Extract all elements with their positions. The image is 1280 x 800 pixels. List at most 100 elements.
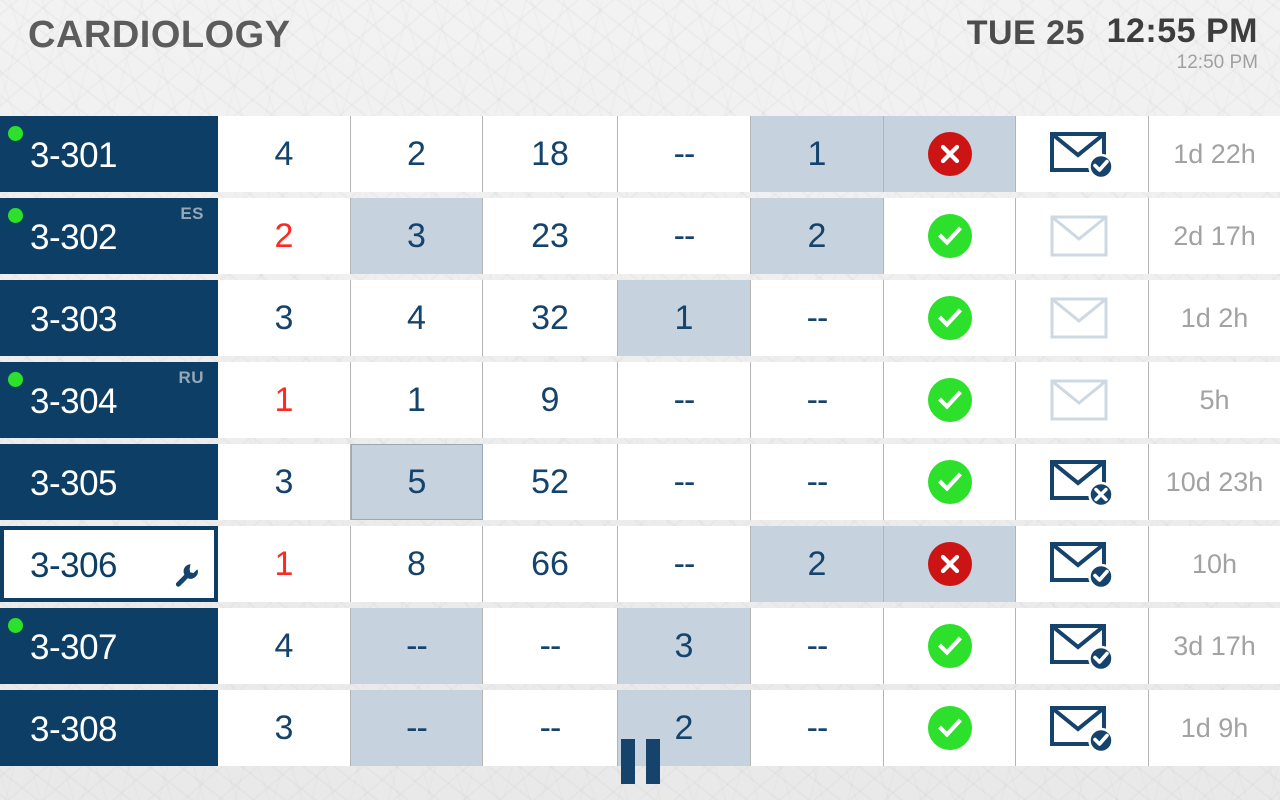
metric-cell-c4[interactable]: -- xyxy=(618,526,751,602)
metric-cell-c4[interactable]: -- xyxy=(618,444,751,520)
header-secondary-clock: 12:50 PM xyxy=(1176,52,1258,73)
occupancy-dot-icon xyxy=(8,208,23,223)
table-row[interactable]: 3-307 4 -- -- 3 -- 3d 17h xyxy=(0,608,1280,684)
mail-cell[interactable] xyxy=(1016,444,1149,520)
status-cell[interactable] xyxy=(884,116,1016,192)
room-cell[interactable]: 3-303 xyxy=(0,280,218,356)
metric-cell-c3[interactable]: 23 xyxy=(483,198,618,274)
mail-sent-icon xyxy=(1050,542,1114,587)
room-cell[interactable]: 3-304 RU xyxy=(0,362,218,438)
metric-cell-c5[interactable]: 1 xyxy=(751,116,884,192)
metric-value: -- xyxy=(806,298,829,337)
status-error-icon xyxy=(927,132,972,176)
metric-cell-c4[interactable]: 1 xyxy=(618,280,751,356)
metric-cell-c5[interactable]: 2 xyxy=(751,198,884,274)
metric-cell-c5[interactable]: -- xyxy=(751,280,884,356)
metric-value: 1 xyxy=(274,380,294,419)
room-cell[interactable]: 3-307 xyxy=(0,608,218,684)
metric-cell-c2[interactable]: 4 xyxy=(351,280,483,356)
metric-cell-c3[interactable]: 9 xyxy=(483,362,618,438)
elapsed-time-value: 1d 22h xyxy=(1173,138,1256,169)
metric-value: -- xyxy=(673,216,696,255)
status-cell[interactable] xyxy=(884,362,1016,438)
room-cell[interactable]: 3-306 xyxy=(0,526,218,602)
metric-value: 4 xyxy=(274,626,294,665)
metric-cell-c1[interactable]: 1 xyxy=(218,526,351,602)
pause-bar-left xyxy=(620,738,635,784)
status-error-icon xyxy=(927,542,972,586)
metric-value: 8 xyxy=(407,544,426,583)
metric-cell-c2[interactable]: 3 xyxy=(351,198,483,274)
metric-cell-c4[interactable]: -- xyxy=(618,116,751,192)
occupancy-dot-icon xyxy=(8,372,23,387)
table-row[interactable]: 3-302 ES 2 3 23 -- 2 2d 17h xyxy=(0,198,1280,274)
metric-cell-c3[interactable]: 32 xyxy=(483,280,618,356)
metric-cell-c1[interactable]: 3 xyxy=(218,444,351,520)
metric-cell-c5[interactable]: 2 xyxy=(751,526,884,602)
maintenance-wrench-icon xyxy=(175,564,198,587)
room-cell[interactable]: 3-302 ES xyxy=(0,198,218,274)
metric-value: -- xyxy=(806,380,829,419)
metric-cell-c4[interactable]: -- xyxy=(618,198,751,274)
elapsed-time-cell: 2d 17h xyxy=(1149,198,1280,274)
metric-value: -- xyxy=(539,626,562,665)
metric-cell-c1[interactable]: 4 xyxy=(218,608,351,684)
table-row[interactable]: 3-303 3 4 32 1 -- 1d 2h xyxy=(0,280,1280,356)
status-cell[interactable] xyxy=(884,198,1016,274)
status-cell[interactable] xyxy=(884,444,1016,520)
metric-cell-c3[interactable]: 18 xyxy=(483,116,618,192)
table-row[interactable]: 3-304 RU 1 1 9 -- -- 5h xyxy=(0,362,1280,438)
metric-cell-c2[interactable]: 5 xyxy=(351,444,483,520)
metric-cell-c3[interactable]: 52 xyxy=(483,444,618,520)
metric-cell-c1[interactable]: 2 xyxy=(218,198,351,274)
metric-value: 18 xyxy=(531,134,569,173)
metric-cell-c2[interactable]: 2 xyxy=(351,116,483,192)
metric-value: 3 xyxy=(674,626,694,665)
elapsed-time-value: 3d 17h xyxy=(1173,630,1256,661)
metric-cell-c3[interactable]: -- xyxy=(483,608,618,684)
metric-cell-c3[interactable]: 66 xyxy=(483,526,618,602)
status-ok-icon xyxy=(927,460,972,504)
metric-value: 1 xyxy=(807,134,827,173)
metric-cell-c2[interactable]: -- xyxy=(351,608,483,684)
room-cell[interactable]: 3-305 xyxy=(0,444,218,520)
table-row[interactable]: 3-305 3 5 52 -- -- 10d 23h xyxy=(0,444,1280,520)
metric-cell-c5[interactable]: -- xyxy=(751,362,884,438)
header-clock: 12:55 PM xyxy=(1106,12,1258,50)
metric-value: 2 xyxy=(807,544,827,583)
mail-sent-icon xyxy=(1050,624,1114,669)
mail-cell[interactable] xyxy=(1016,198,1149,274)
table-row[interactable]: 3-306 1 8 66 -- 2 10h xyxy=(0,526,1280,602)
pause-icon[interactable] xyxy=(620,738,660,784)
mail-cell[interactable] xyxy=(1016,526,1149,602)
metric-value: 52 xyxy=(531,462,569,501)
metric-cell-c1[interactable]: 4 xyxy=(218,116,351,192)
metric-cell-c4[interactable]: -- xyxy=(618,362,751,438)
mail-cell[interactable] xyxy=(1016,116,1149,192)
metric-cell-c5[interactable]: -- xyxy=(751,608,884,684)
status-cell[interactable] xyxy=(884,526,1016,602)
metric-value: -- xyxy=(673,462,696,501)
mail-empty-icon xyxy=(1050,379,1108,421)
metric-cell-c4[interactable]: 3 xyxy=(618,608,751,684)
status-cell[interactable] xyxy=(884,280,1016,356)
table-row[interactable]: 3-301 4 2 18 -- 1 1d 22h xyxy=(0,116,1280,192)
metric-cell-c2[interactable]: 8 xyxy=(351,526,483,602)
mail-cell[interactable] xyxy=(1016,608,1149,684)
room-cell[interactable]: 3-301 xyxy=(0,116,218,192)
language-badge: RU xyxy=(178,368,204,387)
status-ok-icon xyxy=(927,214,972,258)
metric-cell-c1[interactable]: 1 xyxy=(218,362,351,438)
mail-cell[interactable] xyxy=(1016,362,1149,438)
metric-cell-c2[interactable]: 1 xyxy=(351,362,483,438)
metric-cell-c1[interactable]: 3 xyxy=(218,280,351,356)
mail-empty-icon xyxy=(1050,297,1108,339)
pause-bar-right xyxy=(645,738,660,784)
room-label: 3-303 xyxy=(30,300,118,339)
mail-cell[interactable] xyxy=(1016,280,1149,356)
metric-cell-c5[interactable]: -- xyxy=(751,444,884,520)
metric-value: -- xyxy=(673,380,696,419)
status-cell[interactable] xyxy=(884,608,1016,684)
metric-value: 66 xyxy=(531,544,569,583)
metric-value: 9 xyxy=(540,380,560,419)
